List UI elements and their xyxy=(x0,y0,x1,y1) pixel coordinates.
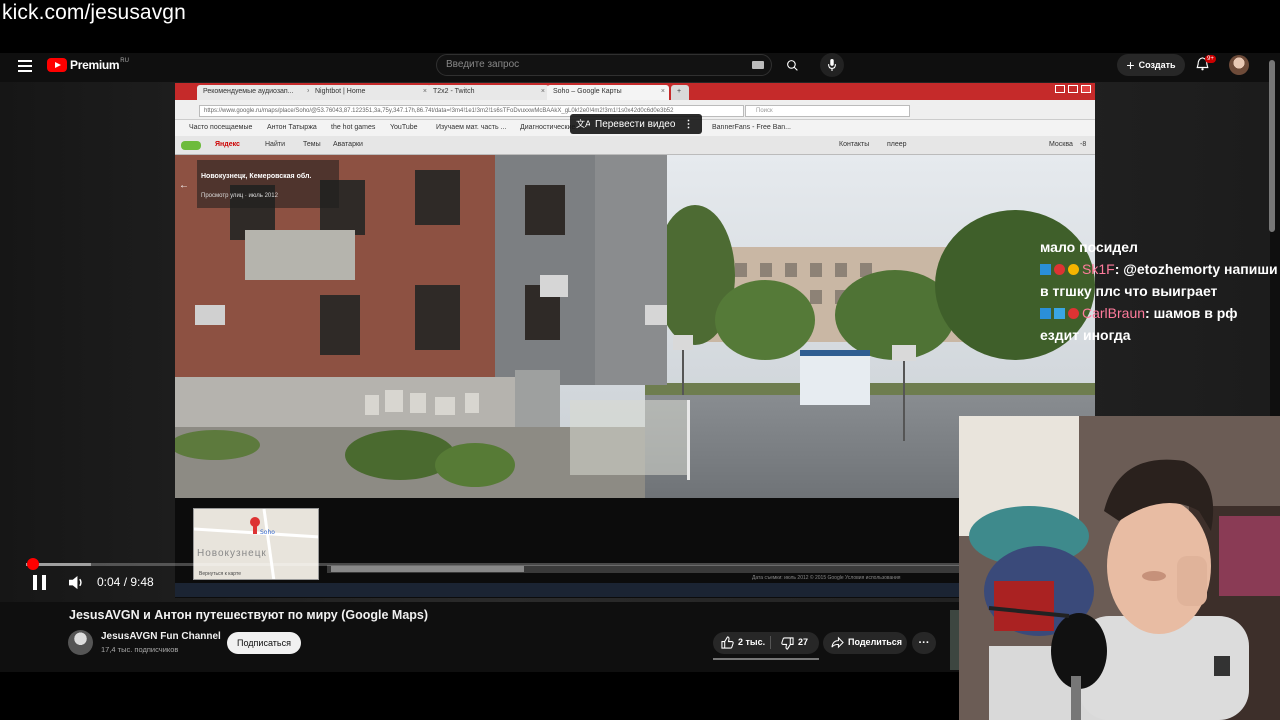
yandex-city: Москва xyxy=(1049,141,1073,148)
youtube-logo[interactable]: Premium RU xyxy=(47,58,129,72)
yandex-brand: Яндекс xyxy=(215,141,240,148)
more-actions-button[interactable]: ··· xyxy=(912,632,936,654)
like-dislike-ratio-bar xyxy=(713,658,819,660)
stream-url-watermark: kick.com/jesusavgn xyxy=(2,1,186,24)
yandex-avatars: Аватарки xyxy=(333,141,363,148)
stream-chat-overlay: мало посидел Sk1F: @etozhemorty напиши в… xyxy=(1040,236,1280,346)
like-divider xyxy=(770,636,771,649)
menu-icon[interactable] xyxy=(18,60,32,72)
chat-badge-icon xyxy=(1040,308,1051,319)
youtube-play-icon xyxy=(47,58,67,72)
account-avatar[interactable] xyxy=(1229,55,1249,75)
map-copyright: Дата съемки: июль 2012 © 2015 Google Усл… xyxy=(752,575,901,581)
translate-icon: 文A xyxy=(576,118,590,130)
progress-scrubber[interactable] xyxy=(26,558,39,570)
sidebar-edge xyxy=(950,610,959,670)
streamer-webcam xyxy=(959,416,1280,720)
browser-tab: Рекомендуемые аудиозап...× xyxy=(197,85,315,100)
street-view-date: Просмотр улиц · июль 2012 xyxy=(201,193,278,199)
window-restore-icon xyxy=(1068,85,1078,93)
logo-text: Premium xyxy=(70,58,120,72)
create-label: Создать xyxy=(1138,60,1176,70)
svg-text:文A: 文A xyxy=(576,118,590,130)
chat-username: Sk1F xyxy=(1082,261,1115,277)
recorded-taskbar xyxy=(175,583,960,597)
channel-avatar[interactable] xyxy=(68,630,93,655)
street-view-location: Новокузнецк, Кемеровская обл. xyxy=(201,173,312,180)
bookmark-item: the hot games xyxy=(331,124,376,131)
browser-search-box: Поиск xyxy=(745,105,910,117)
bookmark-item: Антон Татыржа xyxy=(267,124,317,131)
window-close-icon xyxy=(1081,85,1091,93)
subscribe-button[interactable]: Подписаться xyxy=(227,632,301,654)
search-icon xyxy=(786,59,798,71)
chat-badge-icon xyxy=(1068,308,1079,319)
chat-badge-icon xyxy=(1068,264,1079,275)
share-label: Поделиться xyxy=(848,637,903,647)
like-count[interactable]: 2 тыс. xyxy=(738,637,765,647)
chat-badge-icon xyxy=(1040,264,1051,275)
window-minimize-icon xyxy=(1055,85,1065,93)
map-pin-icon: Soho xyxy=(194,509,318,579)
browser-tab: Nightbot | Home × xyxy=(309,85,431,100)
channel-name[interactable]: JesusAVGN Fun Channel xyxy=(101,631,221,642)
yandex-player: плеер xyxy=(887,141,907,148)
dislike-count: 27 xyxy=(798,637,809,647)
pause-button[interactable] xyxy=(33,575,47,590)
create-button[interactable]: + Создать xyxy=(1117,54,1185,76)
minimap-pin-label: Soho xyxy=(260,529,275,536)
chat-username: CarlBraun xyxy=(1082,305,1146,321)
browser-tab-active: Soho – Google Карты × xyxy=(547,85,669,100)
plus-icon: + xyxy=(1126,57,1135,73)
progress-bar[interactable] xyxy=(26,563,959,566)
thumbs-down-icon xyxy=(781,637,794,650)
voice-search-button[interactable] xyxy=(820,53,844,77)
search-placeholder: Введите запрос xyxy=(446,59,520,70)
translate-label: Перевести видео xyxy=(595,118,676,130)
chat-badge-icon xyxy=(1054,264,1065,275)
webcam-image xyxy=(959,416,1280,720)
notifications-badge: 9+ xyxy=(1205,55,1216,63)
chat-message: мало посидел xyxy=(1040,239,1138,255)
chat-message: CarlBraun: шамов в рф ездит иногда xyxy=(1040,302,1280,346)
page-scrollbar[interactable] xyxy=(1269,60,1275,232)
recorded-browser-window: Рекомендуемые аудиозап...× Nightbot | Ho… xyxy=(175,83,1095,498)
yandex-temp: -8 xyxy=(1080,141,1087,148)
bookmark-item: YouTube xyxy=(390,124,418,131)
logo-region: RU xyxy=(120,58,129,64)
minimap-city-label: Новокузнецк xyxy=(197,548,267,559)
dislike-button[interactable] xyxy=(781,637,794,655)
like-button[interactable] xyxy=(721,636,734,654)
browser-tab: T2x2 - Twitch × xyxy=(427,85,549,100)
thumbs-up-icon xyxy=(721,636,734,649)
new-tab-icon: + xyxy=(671,85,689,100)
bookmark-item: Часто посещаемые xyxy=(189,124,253,131)
search-button[interactable] xyxy=(772,54,812,76)
bookmark-item: Изучаем мат. часть ... xyxy=(436,124,507,131)
video-title: JesusAVGN и Антон путешествуют по миру (… xyxy=(69,608,429,622)
translate-video-button[interactable]: 文A Перевести видео ⋮ xyxy=(570,114,702,134)
back-arrow-icon: ← xyxy=(179,180,189,191)
yandex-find: Найти xyxy=(265,141,285,148)
yandex-contacts: Контакты xyxy=(839,141,870,148)
chat-message: Sk1F: @etozhemorty напиши в тгшку плс чт… xyxy=(1040,258,1280,302)
mini-map: Soho xyxy=(193,508,319,580)
chat-badge-icon xyxy=(1054,308,1065,319)
share-icon xyxy=(831,636,844,654)
back-arrow-icon xyxy=(181,141,201,150)
yandex-bar: Яндекс Найти Темы Аватарки Контакты плее… xyxy=(175,136,1095,155)
microphone-icon xyxy=(828,59,836,71)
street-view-info-card xyxy=(197,160,339,208)
keyboard-icon[interactable] xyxy=(752,61,764,69)
volume-button[interactable] xyxy=(68,575,85,595)
bookmark-item: BannerFans - Free Ban... xyxy=(712,124,791,131)
more-vertical-icon[interactable]: ⋮ xyxy=(683,119,693,130)
minimap-back-link: Вернуться к карте xyxy=(199,571,241,577)
pause-icon xyxy=(33,575,37,590)
subscriber-count: 17,4 тыс. подписчиков xyxy=(101,645,179,654)
filmstrip-slider xyxy=(331,566,524,572)
time-display: 0:04 / 9:48 xyxy=(97,575,154,589)
yandex-themes: Темы xyxy=(303,141,321,148)
volume-icon xyxy=(69,575,82,590)
